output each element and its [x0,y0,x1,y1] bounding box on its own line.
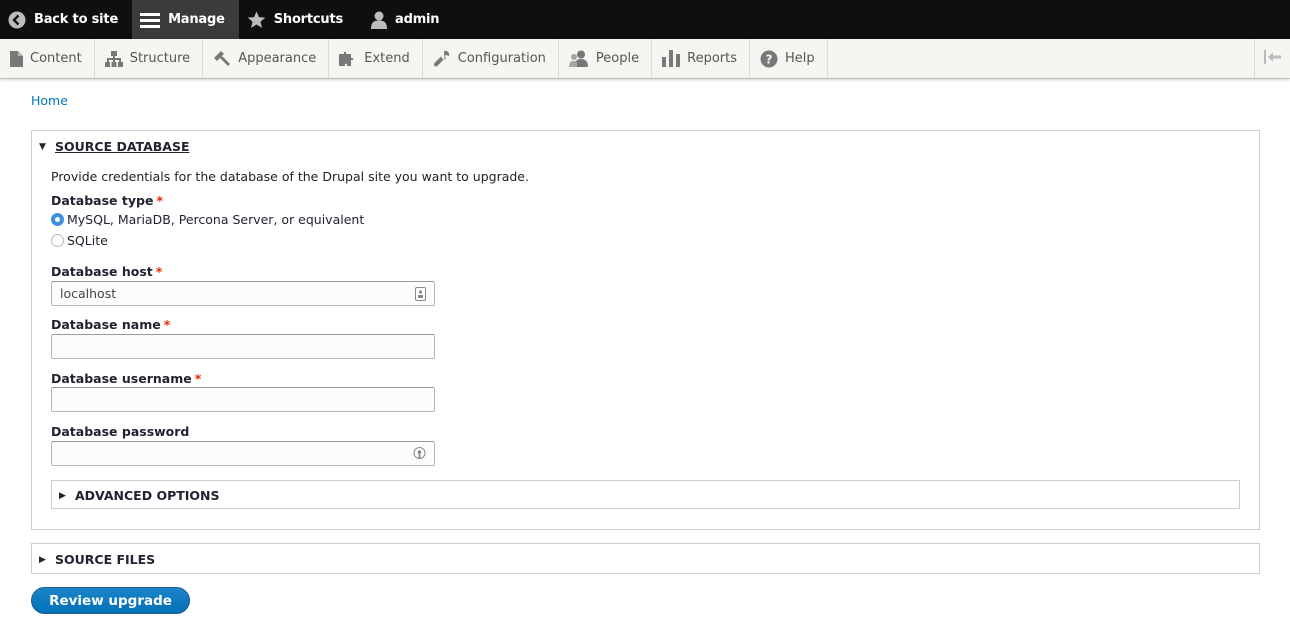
radio-button[interactable] [51,234,64,247]
puzzle-icon [339,50,357,67]
required-marker: * [163,317,171,332]
advanced-options-details: ▶ Advanced options [51,480,1240,509]
source-database-title: Source database [55,139,190,154]
menu-item-label: Extend [364,51,410,66]
radio-option-sqlite[interactable]: SQLite [51,233,108,248]
database-host-value: localhost [60,286,117,301]
password-key-icon [413,447,426,464]
shortcuts-label: Shortcuts [273,12,344,27]
star-icon [247,10,266,29]
advanced-options-title: Advanced options [75,488,220,503]
database-name-input[interactable] [51,334,435,359]
database-name-label-text: Database name [51,317,161,332]
database-password-label: Database password [51,424,189,439]
required-marker: * [156,193,163,208]
source-database-details: ▼ Source database Provide credentials fo… [31,130,1260,530]
menu-item-label: Configuration [457,51,546,66]
tray-orientation-toggle[interactable] [1254,39,1290,78]
triangle-down-icon: ▼ [39,141,46,152]
breadcrumb-home-link[interactable]: Home [31,93,68,108]
radio-button-checked[interactable] [51,213,64,226]
radio-option-label: MySQL, MariaDB, Percona Server, or equiv… [67,212,365,227]
back-to-site-link[interactable]: Back to site [0,0,132,39]
menu-item-content[interactable]: Content [0,39,95,78]
sitemap-icon [104,50,123,67]
menu-item-extend[interactable]: Extend [329,39,423,78]
svg-text:?: ? [766,52,773,66]
user-tab[interactable]: admin [357,0,453,39]
database-name-label: Database name * [51,317,170,332]
menu-item-label: Help [785,51,815,66]
radio-option-mysql[interactable]: MySQL, MariaDB, Percona Server, or equiv… [51,212,364,227]
triangle-right-icon: ▶ [59,490,66,501]
menu-item-structure[interactable]: Structure [95,39,204,78]
menu-item-label: Reports [687,51,737,66]
review-upgrade-button[interactable]: Review upgrade [31,587,190,614]
required-marker: * [194,371,202,386]
breadcrumb: Home [31,93,68,108]
collapse-left-icon [1263,49,1282,68]
back-arrow-icon [8,11,26,29]
database-type-label: Database type * [51,193,163,208]
database-username-label: Database username * [51,371,201,386]
help-icon: ? [760,50,778,68]
database-password-label-text: Database password [51,424,190,439]
contact-card-icon [415,287,426,304]
database-host-label-text: Database host [51,264,153,279]
menu-item-reports[interactable]: Reports [652,39,750,78]
source-files-summary[interactable]: ▶ Source files [39,552,155,567]
hamburger-icon [140,12,161,28]
menu-item-people[interactable]: People [559,39,653,78]
wrench-icon [433,50,451,68]
source-files-title: Source files [55,552,156,567]
source-database-description: Provide credentials for the database of … [51,169,529,184]
database-host-input[interactable]: localhost [51,281,435,306]
source-files-details: ▶ Source files [31,543,1260,574]
menu-item-label: People [595,51,640,66]
page-icon [10,50,23,67]
menu-item-help[interactable]: ? Help [750,39,828,78]
manage-label: Manage [168,12,225,27]
menu-item-configuration[interactable]: Configuration [423,39,559,78]
manage-tab[interactable]: Manage [132,0,239,39]
back-to-site-label: Back to site [34,12,119,27]
radio-option-label: SQLite [67,233,108,248]
admin-menu-tray: Content Structure Appearance Extend Conf… [0,39,1290,79]
user-label: admin [395,12,440,27]
database-password-input[interactable] [51,441,435,466]
database-username-label-text: Database username [51,371,192,386]
advanced-options-summary[interactable]: ▶ Advanced options [59,488,220,503]
triangle-right-icon: ▶ [39,554,46,565]
menu-item-appearance[interactable]: Appearance [203,39,330,78]
menu-item-label: Content [30,51,82,66]
source-database-summary[interactable]: ▼ Source database [39,139,190,154]
database-type-label-text: Database type [51,193,154,208]
paintbrush-icon [213,50,231,67]
people-icon [568,50,589,67]
database-username-input[interactable] [51,387,435,412]
bar-chart-icon [662,50,681,67]
menu-item-label: Structure [129,51,191,66]
user-icon [371,11,388,29]
database-host-label: Database host * [51,264,162,279]
admin-toolbar: Back to site Manage Shortcuts admin [0,0,1290,39]
shortcuts-tab[interactable]: Shortcuts [239,0,357,39]
required-marker: * [155,264,163,279]
menu-item-label: Appearance [238,51,317,66]
